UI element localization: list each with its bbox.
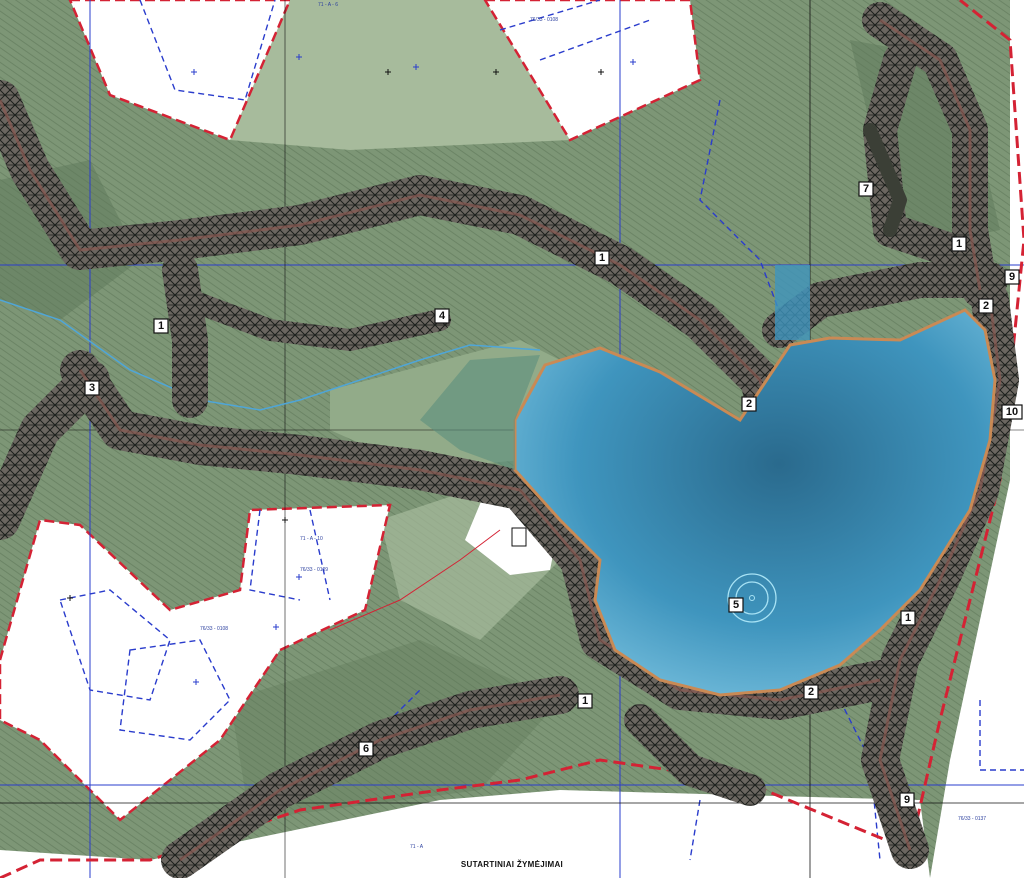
zone-label-4: 4	[434, 308, 450, 324]
plot-code: 71 - A - 10	[300, 536, 323, 542]
site-plan-map: 76/33 - 0108 76/33 - 0109 76/33 - 0108 7…	[0, 0, 1024, 878]
dam-channel	[775, 265, 810, 340]
svg-text:2: 2	[808, 686, 814, 698]
svg-text:4: 4	[439, 310, 446, 322]
svg-text:1: 1	[599, 252, 605, 264]
zone-label-9: 9	[1004, 269, 1020, 285]
svg-text:5: 5	[733, 599, 739, 611]
svg-text:7: 7	[863, 183, 869, 195]
zone-label-1: 1	[951, 236, 967, 252]
plot-code: 71 - A - 6	[318, 2, 338, 8]
zone-label-2: 2	[741, 396, 757, 412]
plot-code: 76/33 - 0108	[530, 17, 558, 23]
zone-label-6: 6	[358, 741, 374, 757]
house	[511, 527, 527, 547]
zone-label-2: 2	[803, 684, 819, 700]
svg-text:1: 1	[158, 320, 164, 332]
zone-label-1: 1	[577, 693, 593, 709]
svg-text:9: 9	[904, 794, 910, 806]
svg-text:1: 1	[905, 612, 911, 624]
zone-label-2: 2	[978, 298, 994, 314]
zone-label-5: 5	[728, 597, 744, 613]
svg-text:3: 3	[89, 382, 95, 394]
plot-code: 76/33 - 0109	[300, 567, 328, 573]
legend-title: SUTARTINIAI ŽYMĖJIMAI	[460, 860, 564, 869]
svg-text:2: 2	[983, 300, 989, 312]
zone-label-1: 1	[900, 610, 916, 626]
svg-text:10: 10	[1006, 406, 1018, 418]
svg-text:9: 9	[1009, 271, 1015, 283]
zone-label-7: 7	[858, 181, 874, 197]
zone-label-9: 9	[899, 792, 915, 808]
svg-text:6: 6	[363, 743, 369, 755]
zone-label-1: 1	[594, 250, 610, 266]
plot-code: 76/33 - 0108	[200, 626, 228, 632]
plot-code: 71 - A	[410, 844, 424, 850]
zone-label-3: 3	[84, 380, 100, 396]
svg-text:1: 1	[582, 695, 588, 707]
svg-text:2: 2	[746, 398, 752, 410]
plot-code: 76/33 - 0137	[958, 816, 986, 822]
zone-label-10: 10	[1001, 404, 1023, 420]
zone-label-1: 1	[153, 318, 169, 334]
svg-text:1: 1	[956, 238, 962, 250]
